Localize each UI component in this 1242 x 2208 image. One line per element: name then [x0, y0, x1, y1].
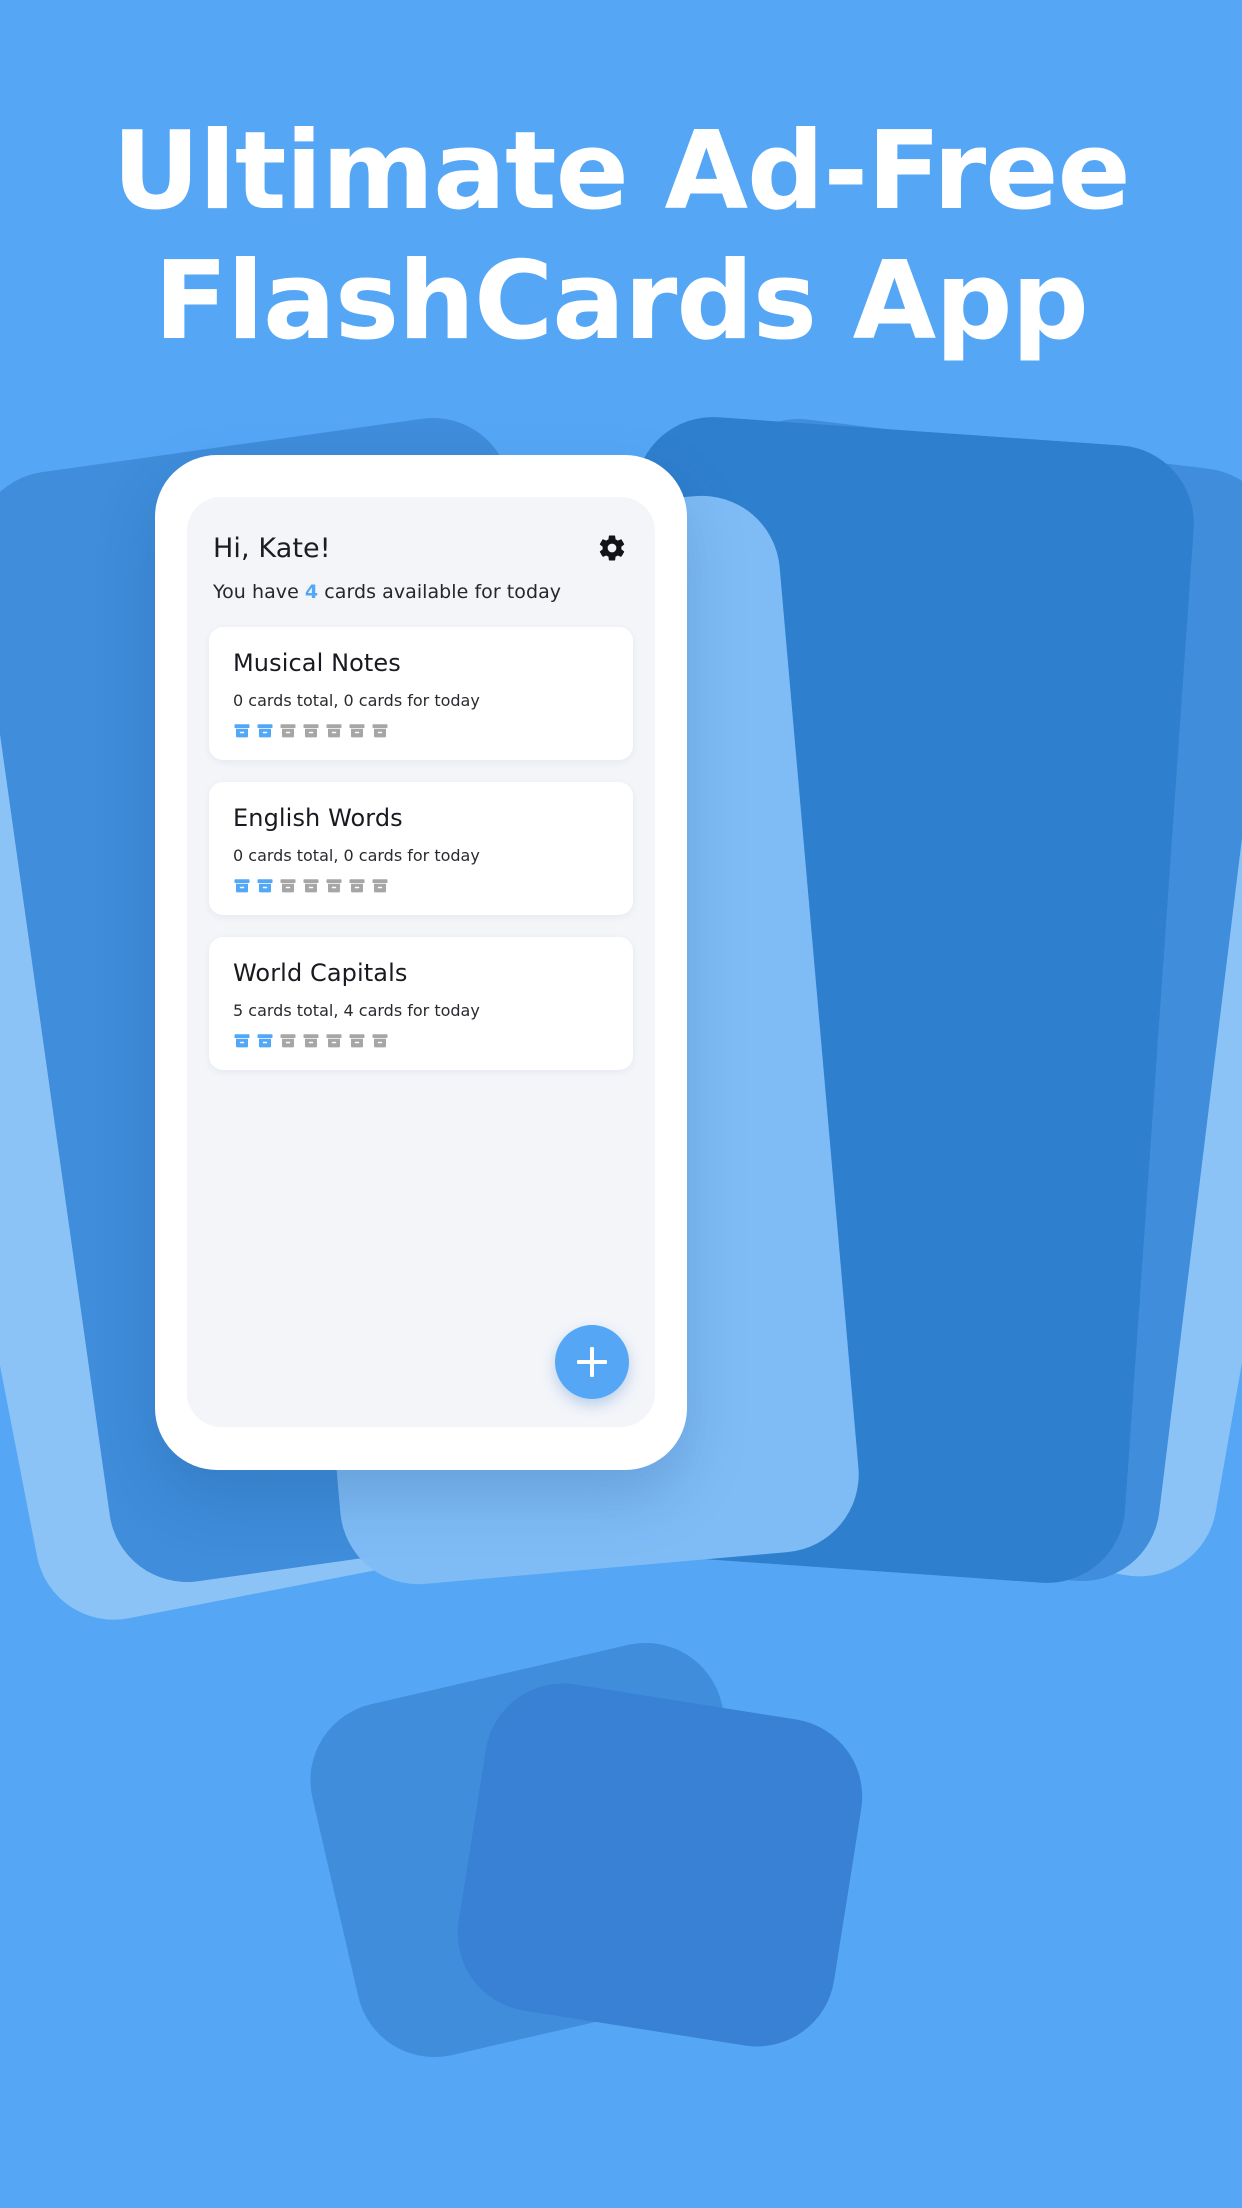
box-icon-inactive [302, 722, 320, 740]
box-icon-inactive [302, 1032, 320, 1050]
box-icon-active [256, 1032, 274, 1050]
box-icon-active [233, 722, 251, 740]
deck-stats: 5 cards total, 4 cards for today [233, 1001, 480, 1020]
deck-title: Musical Notes [233, 649, 401, 677]
greeting-text: Hi, Kate! [213, 532, 331, 564]
phone-screen: Hi, Kate! You have 4 cards available for… [187, 497, 655, 1427]
settings-button[interactable] [595, 531, 629, 565]
greeting-row: Hi, Kate! [213, 531, 629, 565]
box-icon-inactive [279, 722, 297, 740]
deck-card[interactable]: Musical Notes 0 cards total, 0 cards for … [209, 627, 633, 760]
deck-box-progress [233, 877, 609, 895]
subtitle-prefix: You have [213, 581, 305, 603]
box-icon-inactive [371, 722, 389, 740]
available-cards-count: 4 [304, 581, 319, 603]
deck-box-progress [233, 1032, 609, 1050]
box-icon-inactive [325, 722, 343, 740]
box-icon-inactive [279, 877, 297, 895]
box-icon-active [256, 877, 274, 895]
box-icon-inactive [279, 1032, 297, 1050]
box-icon-active [233, 1032, 251, 1050]
deck-stats: 0 cards total, 0 cards for today [233, 691, 480, 710]
gear-icon [597, 533, 627, 563]
plus-icon-vertical [590, 1347, 594, 1377]
deck-card[interactable]: English Words 0 cards total, 0 cards for … [209, 782, 633, 915]
box-icon-inactive [371, 1032, 389, 1050]
deck-title: English Words [233, 804, 403, 832]
deck-title: World Capitals [233, 959, 408, 987]
box-icon-active [233, 877, 251, 895]
app-header: Hi, Kate! You have 4 cards available for… [187, 497, 655, 603]
deck-stats: 0 cards total, 0 cards for today [233, 846, 480, 865]
available-cards-subtitle: You have 4 cards available for today [213, 581, 629, 603]
box-icon-inactive [325, 877, 343, 895]
phone-mockup: Hi, Kate! You have 4 cards available for… [155, 455, 687, 1470]
bg-shape-bottom-dark [446, 1672, 874, 2058]
box-icon-active [256, 722, 274, 740]
box-icon-inactive [371, 877, 389, 895]
box-icon-inactive [348, 722, 366, 740]
subtitle-suffix: cards available for today [318, 581, 562, 603]
deck-box-progress [233, 722, 609, 740]
deck-list: Musical Notes 0 cards total, 0 cards for … [187, 627, 655, 1070]
box-icon-inactive [348, 877, 366, 895]
box-icon-inactive [348, 1032, 366, 1050]
box-icon-inactive [325, 1032, 343, 1050]
add-deck-button[interactable] [555, 1325, 629, 1399]
deck-card[interactable]: World Capitals 5 cards total, 4 cards for… [209, 937, 633, 1070]
box-icon-inactive [302, 877, 320, 895]
